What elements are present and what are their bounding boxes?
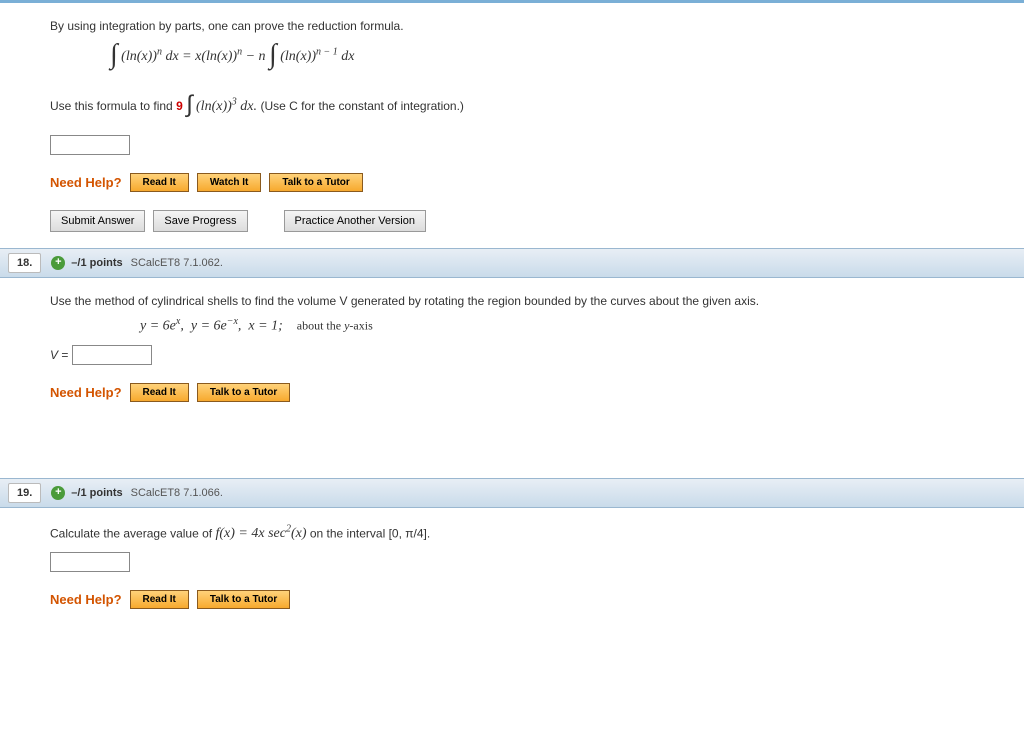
watch-it-button[interactable]: Watch It <box>197 173 262 192</box>
question-18-body: Use the method of cylindrical shells to … <box>0 278 1024 418</box>
q19-prompt: Calculate the average value of f(x) = 4x… <box>50 524 1010 543</box>
q18-answer-input[interactable] <box>72 345 152 365</box>
read-it-button[interactable]: Read It <box>130 590 189 609</box>
expand-icon[interactable]: + <box>51 256 65 270</box>
question-17-body: By using integration by parts, one can p… <box>0 3 1024 248</box>
q17-intro: By using integration by parts, one can p… <box>50 19 1010 33</box>
need-help-row: Need Help? Read It Watch It Talk to a Tu… <box>50 173 1010 192</box>
q18-prompt: Use the method of cylindrical shells to … <box>50 294 1010 308</box>
read-it-button[interactable]: Read It <box>130 173 189 192</box>
q19-answer-input[interactable] <box>50 552 130 572</box>
talk-tutor-button[interactable]: Talk to a Tutor <box>269 173 362 192</box>
reference-label: SCalcET8 7.1.066. <box>131 487 223 499</box>
submit-answer-button[interactable]: Submit Answer <box>50 210 145 232</box>
read-it-button[interactable]: Read It <box>130 383 189 402</box>
question-19-body: Calculate the average value of f(x) = 4x… <box>0 508 1024 626</box>
need-help-label: Need Help? <box>50 592 122 607</box>
q18-curves: y = 6ex, y = 6e−x, x = 1; about the y-ax… <box>50 316 1010 335</box>
question-number: 19. <box>8 483 41 503</box>
practice-another-button[interactable]: Practice Another Version <box>284 210 426 232</box>
talk-tutor-button[interactable]: Talk to a Tutor <box>197 590 290 609</box>
question-18-header: 18. + –/1 points SCalcET8 7.1.062. <box>0 248 1024 278</box>
q17-instruction: Use this formula to find 9 ∫ (ln(x))3 dx… <box>50 93 1010 121</box>
need-help-label: Need Help? <box>50 175 122 190</box>
expand-icon[interactable]: + <box>51 486 65 500</box>
q17-formula: ∫ (ln(x))n dx = x(ln(x))n − n ∫ (ln(x))n… <box>50 41 1010 73</box>
action-row: Submit Answer Save Progress Practice Ano… <box>50 210 1010 232</box>
reference-label: SCalcET8 7.1.062. <box>131 257 223 269</box>
need-help-row: Need Help? Read It Talk to a Tutor <box>50 590 1010 609</box>
q17-answer-input[interactable] <box>50 135 130 155</box>
v-equals-label: V = <box>50 348 72 362</box>
question-19-header: 19. + –/1 points SCalcET8 7.1.066. <box>0 478 1024 508</box>
save-progress-button[interactable]: Save Progress <box>153 210 247 232</box>
question-number: 18. <box>8 253 41 273</box>
need-help-row: Need Help? Read It Talk to a Tutor <box>50 383 1010 402</box>
need-help-label: Need Help? <box>50 385 122 400</box>
points-label: –/1 points <box>71 487 122 499</box>
points-label: –/1 points <box>71 257 122 269</box>
talk-tutor-button[interactable]: Talk to a Tutor <box>197 383 290 402</box>
